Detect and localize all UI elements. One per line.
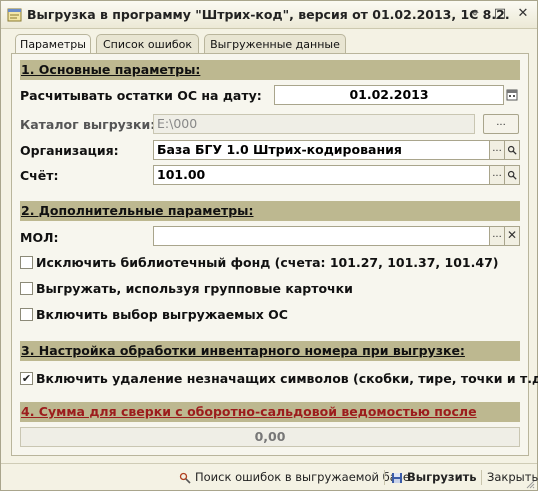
organization-label: Организация:: [20, 143, 119, 158]
checkbox-label: Выгружать, используя групповые карточки: [36, 281, 353, 296]
catalog-label: Каталог выгрузки:: [20, 117, 156, 132]
section-inventory-number: 3. Настройка обработки инвентарного номе…: [20, 341, 520, 361]
account-label: Счёт:: [20, 168, 59, 183]
dialog-window: Выгрузка в программу "Штрих-код", версия…: [0, 0, 538, 491]
separator: [384, 470, 385, 485]
checkbox-exclude-library[interactable]: Исключить библиотечный фонд (счета: 101.…: [20, 254, 510, 272]
date-label: Расчитывать остатки ОС на дату:: [20, 88, 262, 103]
tab-error-list[interactable]: Список ошибок: [96, 34, 199, 54]
window-title: Выгрузка в программу "Штрих-код", версия…: [27, 7, 510, 22]
tab-exported-data[interactable]: Выгруженные данные: [204, 34, 346, 54]
bottom-toolbar: Поиск ошибок в выгружаемой базе Выгрузит…: [1, 463, 538, 490]
mol-choose-button[interactable]: ...: [489, 226, 505, 246]
checkbox-label: Включить выбор выгружаемых ОС: [36, 307, 288, 322]
export-button[interactable]: Выгрузить: [391, 470, 477, 484]
organization-input[interactable]: База БГУ 1.0 Штрих-кодирования: [153, 140, 490, 160]
section-additional-params: 2. Дополнительные параметры:: [20, 201, 520, 221]
pin-icon[interactable]: ⌖: [468, 7, 482, 21]
search-errors-button[interactable]: Поиск ошибок в выгружаемой базе: [179, 470, 410, 484]
checkbox-label: Включить удаление незначащих символов (с…: [36, 371, 538, 386]
mol-label: МОЛ:: [20, 230, 59, 245]
close-window-button[interactable]: ✕: [516, 7, 530, 21]
checkbox-box[interactable]: [20, 308, 33, 321]
reconciliation-sum-field: 0,00: [20, 427, 520, 447]
organization-choose-button[interactable]: ...: [489, 140, 505, 160]
mol-clear-icon[interactable]: ✕: [504, 226, 520, 246]
checkbox-select-os[interactable]: Включить выбор выгружаемых ОС: [20, 306, 510, 324]
checkbox-remove-symbols[interactable]: ✔ Включить удаление незначащих символов …: [20, 370, 538, 388]
export-icon: [392, 472, 402, 483]
browse-catalog-button[interactable]: ...: [483, 114, 519, 134]
section-reconciliation-sum: 4. Сумма для сверки с оборотно-сальдовой…: [20, 402, 520, 439]
search-errors-label: Поиск ошибок в выгружаемой базе: [195, 470, 410, 484]
account-input[interactable]: 101.00: [153, 165, 490, 185]
checkbox-box[interactable]: [20, 282, 33, 295]
account-choose-button[interactable]: ...: [489, 165, 505, 185]
date-input[interactable]: 01.02.2013: [274, 85, 504, 105]
search-errors-icon: [179, 472, 191, 484]
title-bar[interactable]: Выгрузка в программу "Штрих-код", версия…: [1, 1, 537, 29]
catalog-input[interactable]: E:\000: [153, 114, 475, 134]
separator: [481, 470, 482, 485]
checkbox-label: Исключить библиотечный фонд (счета: 101.…: [36, 255, 499, 270]
checkbox-box[interactable]: ✔: [20, 372, 33, 385]
account-search-icon[interactable]: [504, 165, 520, 185]
parameters-panel: 1. Основные параметры: Расчитывать остат…: [11, 53, 538, 456]
checkbox-box[interactable]: [20, 256, 33, 269]
app-form-icon: [7, 8, 22, 22]
tab-parameters[interactable]: Параметры: [15, 34, 91, 55]
calendar-icon[interactable]: [504, 85, 520, 105]
mol-input[interactable]: [153, 226, 490, 246]
section-main-params: 1. Основные параметры:: [20, 60, 520, 80]
checkbox-group-cards[interactable]: Выгружать, используя групповые карточки: [20, 280, 510, 298]
resize-grip-icon[interactable]: [525, 479, 535, 489]
maximize-button[interactable]: □: [493, 7, 507, 21]
export-label: Выгрузить: [407, 470, 477, 484]
organization-search-icon[interactable]: [504, 140, 520, 160]
